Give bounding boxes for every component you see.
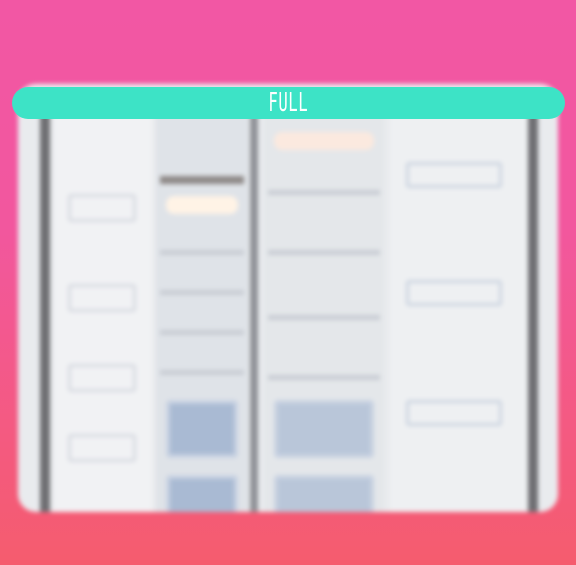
center-divider — [250, 100, 258, 512]
shelf — [160, 176, 244, 184]
game-screen: { "banner": { "label": "FULL", "color": … — [0, 0, 576, 565]
crisper-drawer — [274, 400, 374, 458]
shelf — [268, 315, 380, 320]
fridge-right-edge — [528, 94, 538, 512]
freezer-compartment — [156, 100, 248, 512]
door-bin — [68, 364, 136, 392]
shelf — [160, 250, 244, 255]
shelf — [160, 330, 244, 335]
door-bin — [406, 280, 502, 306]
status-banner: FULL — [12, 87, 565, 119]
door-bin — [406, 162, 502, 188]
freezer-drawer — [166, 400, 238, 458]
door-bin — [68, 434, 136, 462]
banner-label: FULL — [268, 88, 309, 118]
shelf — [268, 250, 380, 255]
crisper-drawer — [274, 475, 374, 512]
left-door-panel — [54, 104, 152, 512]
interior-light — [274, 132, 374, 150]
shelf — [160, 370, 244, 375]
right-door-panel — [390, 100, 532, 512]
shelf — [268, 190, 380, 195]
interior-light — [166, 196, 238, 214]
door-bin — [406, 400, 502, 426]
refrigerator-image — [18, 84, 558, 512]
shelf — [160, 290, 244, 295]
fridge-left-edge — [40, 94, 50, 512]
door-bin — [68, 284, 136, 312]
freezer-drawer — [166, 475, 238, 512]
shelf — [268, 375, 380, 380]
door-bin — [68, 194, 136, 222]
fridge-compartment — [264, 100, 384, 512]
